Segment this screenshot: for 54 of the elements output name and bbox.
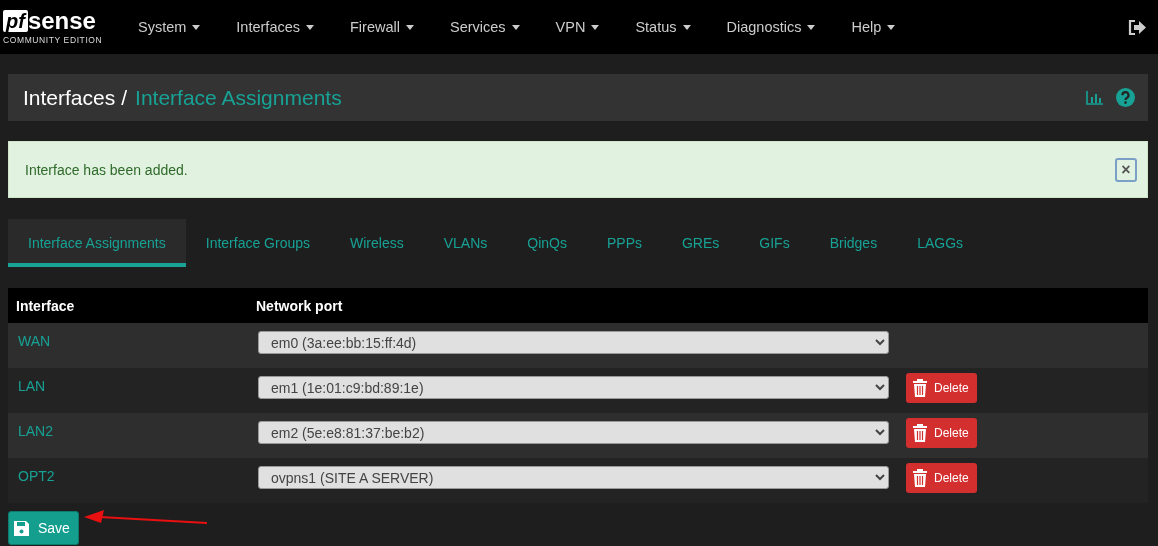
interface-link[interactable]: OPT2	[8, 458, 248, 503]
tab[interactable]: Interface Assignments	[8, 219, 186, 267]
caret-icon	[405, 24, 414, 30]
interface-link[interactable]: WAN	[8, 323, 248, 368]
trash-icon	[912, 379, 928, 397]
caret-icon	[807, 24, 816, 30]
logout-icon[interactable]	[1128, 19, 1146, 35]
port-select[interactable]: ovpns1 (SITE A SERVER)	[258, 466, 889, 489]
port-select[interactable]: em2 (5e:e8:81:37:be:b2)	[258, 421, 889, 444]
tab[interactable]: Wireless	[330, 219, 424, 267]
breadcrumb-link[interactable]: Interfaces	[23, 85, 116, 110]
interface-link[interactable]: LAN2	[8, 413, 248, 458]
tab[interactable]: GREs	[662, 219, 740, 267]
logo-mark: pf	[3, 10, 28, 32]
tab[interactable]: VLANs	[423, 219, 508, 267]
caret-icon	[192, 24, 201, 30]
caret-icon	[306, 24, 314, 30]
logo-name: sense	[27, 9, 96, 33]
nav-menu[interactable]: Services	[431, 19, 538, 35]
tab[interactable]: LAGGs	[897, 219, 984, 267]
chart-icon[interactable]	[1086, 90, 1104, 105]
page-title: Interface Assignments	[135, 85, 342, 110]
tab[interactable]: Bridges	[809, 219, 898, 267]
tab[interactable]: GIFs	[739, 219, 810, 267]
caret-icon	[591, 24, 600, 30]
port-select[interactable]: em1 (1e:01:c9:bd:89:1e)	[258, 376, 889, 399]
trash-icon	[912, 424, 928, 442]
tab[interactable]: QinQs	[507, 219, 587, 267]
help-icon[interactable]	[1116, 88, 1135, 107]
delete-button[interactable]: Delete	[906, 373, 977, 403]
nav-menu[interactable]: VPN	[537, 19, 618, 35]
nav-menu[interactable]: Interfaces	[218, 19, 332, 35]
caret-icon	[887, 24, 896, 30]
caret-icon	[682, 24, 691, 30]
delete-button[interactable]: Delete	[906, 418, 977, 448]
nav-menu[interactable]: System	[120, 19, 219, 35]
trash-icon	[912, 469, 928, 487]
column-header: Interface	[8, 288, 248, 323]
breadcrumb-separator: /	[121, 85, 128, 110]
alert-message: Interface has been added.	[25, 161, 188, 178]
port-select[interactable]: em0 (3a:ee:bb:15:ff:4d)	[258, 331, 889, 354]
caret-icon	[511, 24, 520, 30]
interface-link[interactable]: LAN	[8, 368, 248, 413]
nav-menu[interactable]: Status	[617, 19, 709, 35]
delete-button[interactable]: Delete	[906, 463, 977, 493]
logo-edition: COMMUNITY EDITION	[3, 35, 103, 45]
save-button[interactable]: Save	[8, 511, 79, 545]
nav-menu[interactable]: Diagnostics	[708, 19, 834, 35]
close-button[interactable]: ×	[1115, 157, 1137, 182]
column-header: Network port	[248, 288, 1148, 323]
tab[interactable]: Interface Groups	[185, 219, 331, 267]
nav-menu[interactable]: Help	[833, 19, 914, 35]
nav-menu[interactable]: Firewall	[332, 19, 432, 35]
tab[interactable]: PPPs	[586, 219, 662, 267]
